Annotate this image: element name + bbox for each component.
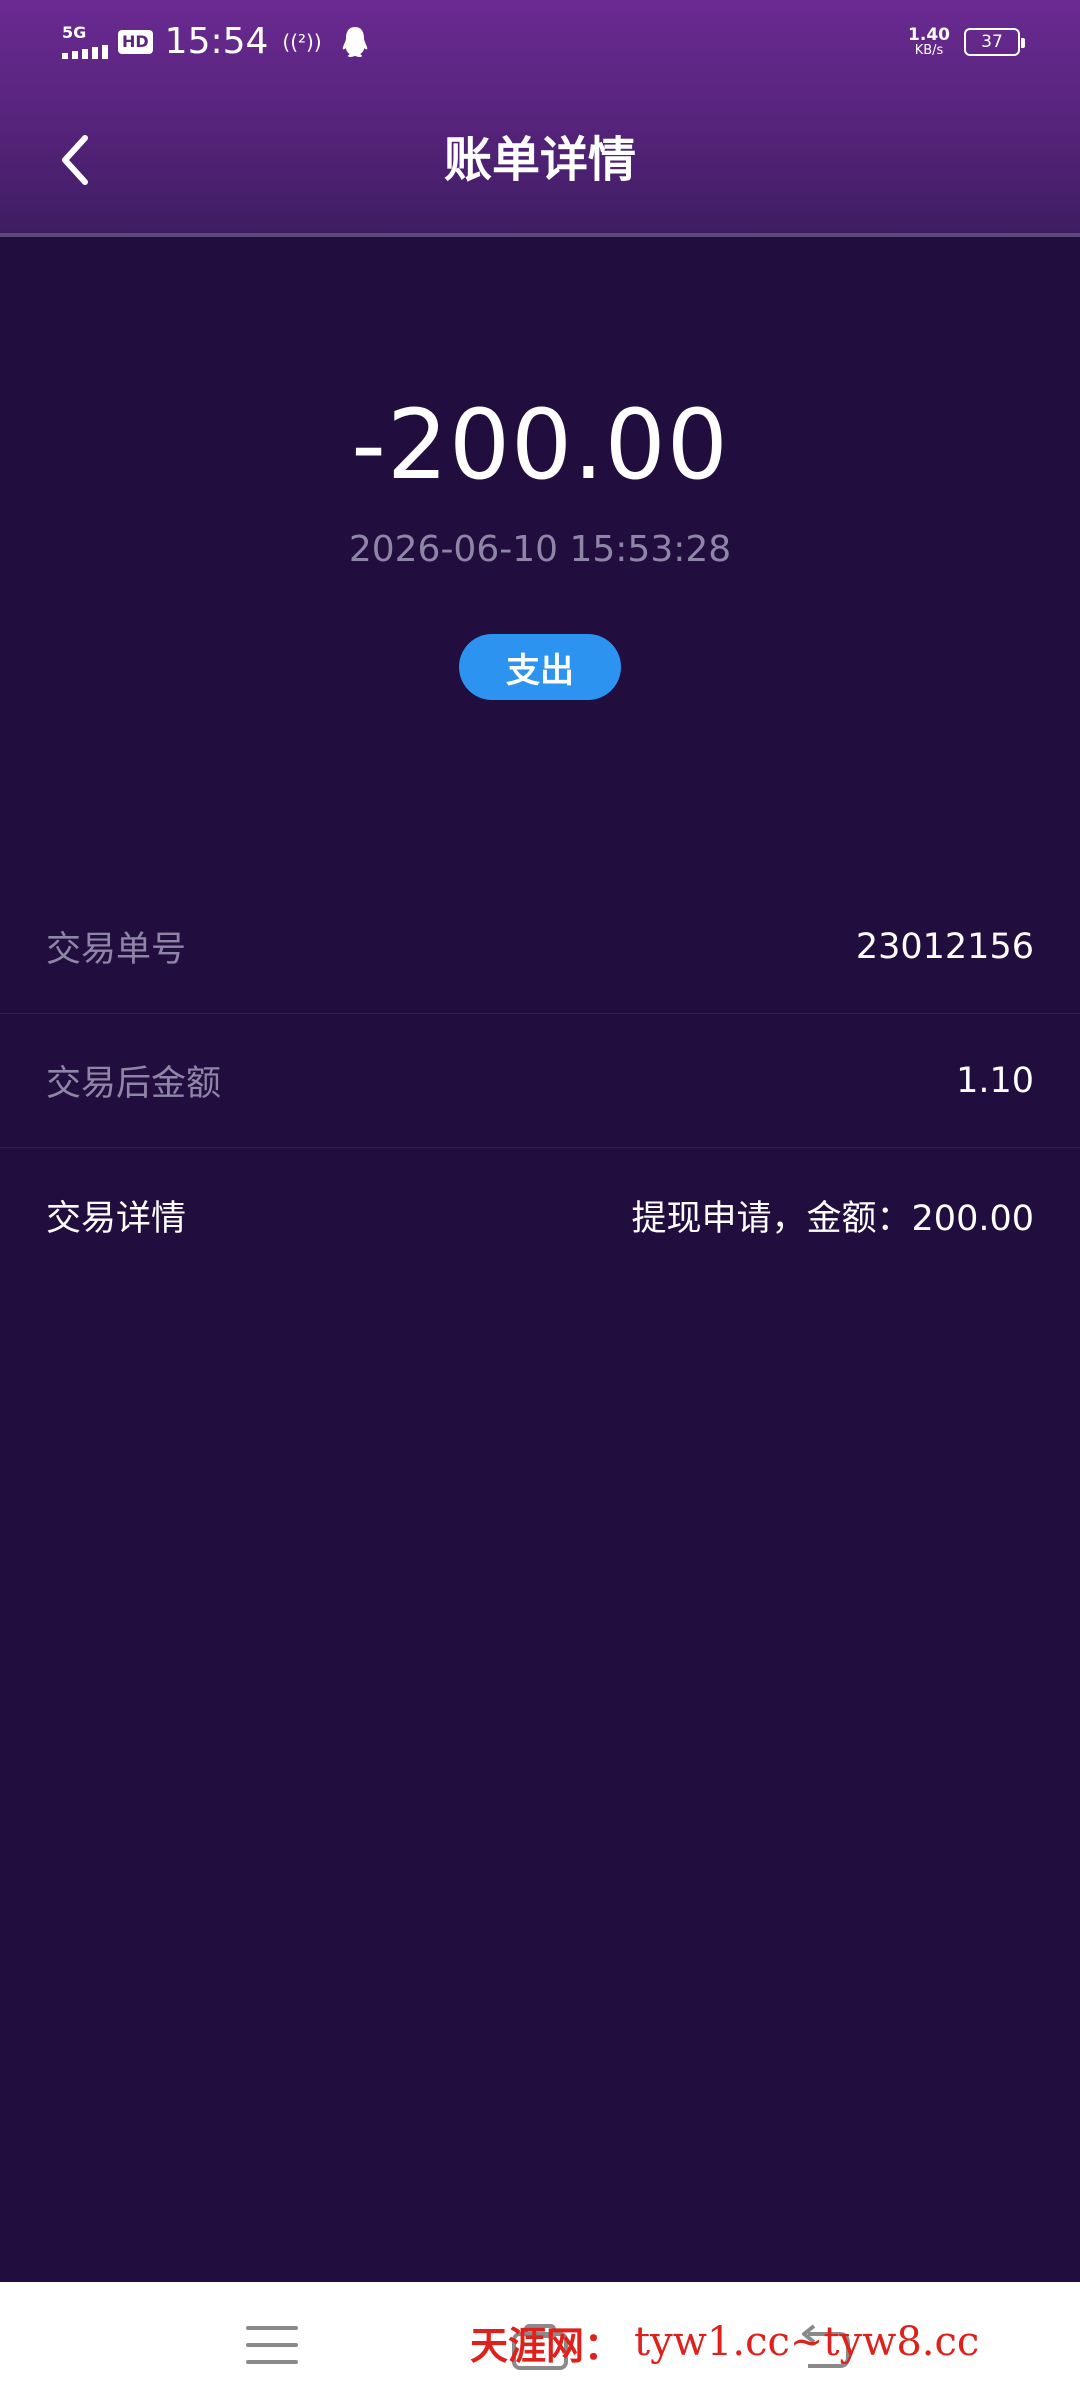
menu-icon[interactable] bbox=[244, 2322, 300, 2368]
net-speed-value: 1.40 bbox=[908, 24, 950, 45]
detail-value: 1.10 bbox=[956, 1060, 1034, 1101]
detail-value: 提现申请，金额：200.00 bbox=[631, 1198, 1034, 1239]
page-title: 账单详情 bbox=[443, 132, 636, 188]
net-speed: 1.40 KB/s bbox=[908, 24, 950, 58]
title-bar: 账单详情 bbox=[0, 100, 1080, 220]
status-bar: 5G HD 15:54 ((²)) 1.40 KB/s 37 bbox=[0, 0, 1080, 84]
detail-label: 交易后金额 bbox=[46, 1064, 222, 1104]
detail-value: 23012156 bbox=[855, 926, 1034, 967]
hotspot-icon: ((²)) bbox=[282, 30, 322, 54]
detail-row-balance-after: 交易后金额 1.10 bbox=[0, 1014, 1080, 1148]
qq-penguin-icon bbox=[342, 27, 367, 57]
net-speed-unit: KB/s bbox=[914, 42, 944, 58]
status-right: 1.40 KB/s 37 bbox=[908, 22, 1025, 62]
transaction-datetime: 2026-06-10 15:53:28 bbox=[348, 529, 732, 570]
transaction-type-badge: 支出 bbox=[459, 634, 621, 700]
detail-label: 交易详情 bbox=[46, 1198, 187, 1239]
signal-indicator: 5G bbox=[62, 25, 108, 59]
site-watermark: 天涯网： tyw1.cc~tyw8.cc bbox=[470, 2312, 979, 2372]
watermark-site-name: 天涯网： bbox=[470, 2322, 623, 2368]
watermark-urls: tyw1.cc~tyw8.cc bbox=[634, 2319, 980, 2365]
hd-badge: HD bbox=[118, 30, 153, 54]
status-time: 15:54 bbox=[164, 21, 269, 62]
bill-detail-screen: 5G HD 15:54 ((²)) 1.40 KB/s 37 账单详情 -200… bbox=[0, 0, 1080, 2408]
detail-row-order-number: 交易单号 23012156 bbox=[0, 880, 1080, 1014]
system-navigation-bar: 天涯网： tyw1.cc~tyw8.cc bbox=[0, 2282, 1080, 2408]
battery-icon: 37 bbox=[964, 28, 1025, 56]
detail-row-description: 交易详情 提现申请，金额：200.00 bbox=[0, 1148, 1080, 1282]
header-divider bbox=[0, 233, 1080, 237]
detail-label: 交易单号 bbox=[46, 930, 187, 970]
transaction-amount: -200.00 bbox=[351, 389, 729, 501]
detail-list: 交易单号 23012156 交易后金额 1.10 交易详情 提现申请，金额：20… bbox=[0, 880, 1080, 1282]
battery-level: 37 bbox=[981, 32, 1003, 52]
network-type: 5G bbox=[62, 23, 87, 42]
header: 5G HD 15:54 ((²)) 1.40 KB/s 37 账单详情 bbox=[0, 0, 1080, 234]
status-left: 5G HD 15:54 ((²)) bbox=[62, 18, 370, 66]
signal-bars-icon bbox=[62, 45, 108, 59]
